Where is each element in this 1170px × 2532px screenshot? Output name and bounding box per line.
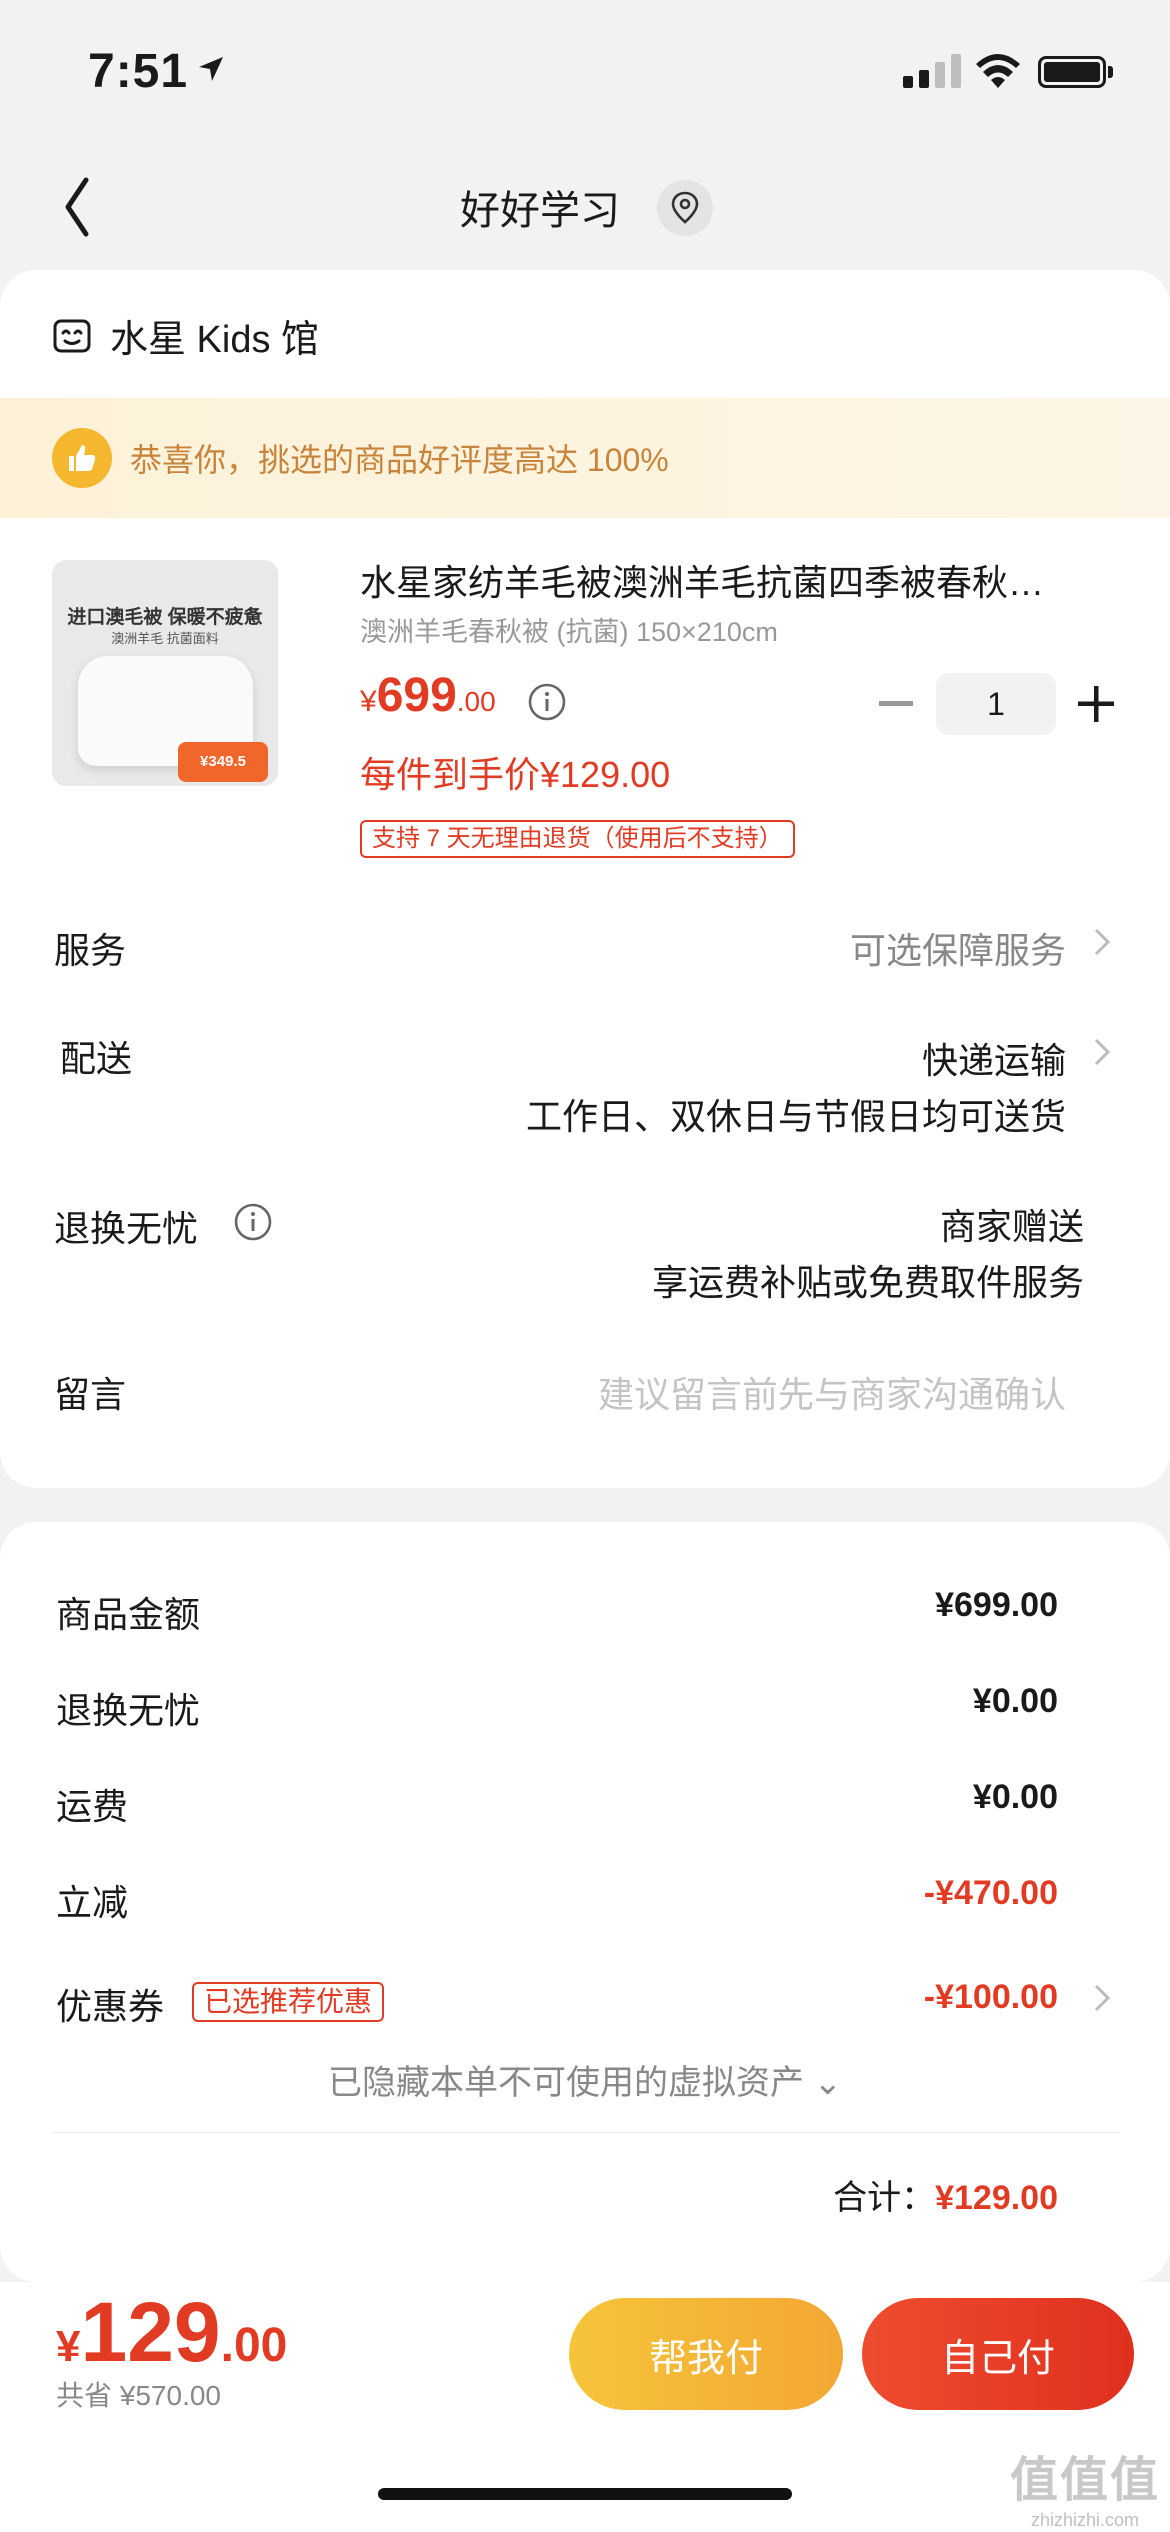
service-chevron-icon[interactable] (1090, 924, 1114, 960)
address-pin-button[interactable] (657, 180, 713, 236)
worry-free-fee-label: 退换无忧 (56, 1690, 201, 1731)
order-card: 水星 Kids 馆 恭喜你，挑选的商品好评度高达 100% 进口澳毛被 保暖不疲… (0, 270, 1170, 1488)
total-value: ¥129.00 (935, 2179, 1058, 2217)
saved-amount: 共省 ¥570.00 (56, 2380, 221, 2411)
battery-icon (1038, 56, 1106, 88)
location-arrow-icon (199, 57, 223, 81)
delivery-sub: 工作日、双休日与节假日均可送货 (525, 1096, 1066, 1137)
quantity-increase-button[interactable] (1074, 682, 1118, 726)
pay-decimal: .00 (220, 2319, 288, 2372)
delivery-chevron-icon[interactable] (1090, 1034, 1114, 1070)
product-image-subline: 澳洲羊毛 抗菌面料 (111, 631, 219, 646)
help-pay-button[interactable]: 帮我付 (569, 2298, 843, 2410)
discount-value: -¥470.00 (923, 1874, 1058, 1912)
product-image-headline: 进口澳毛被 保暖不疲惫 (67, 607, 263, 628)
discount-label: 立减 (56, 1882, 129, 1923)
price-integer: 699 (376, 669, 457, 722)
coupon-chevron-icon[interactable] (1090, 1980, 1114, 2016)
watermark-logo: 值值值 (1010, 2454, 1161, 2507)
wifi-icon (976, 54, 1020, 88)
worry-free-info-icon[interactable] (233, 1202, 273, 1242)
product-image[interactable]: 进口澳毛被 保暖不疲惫 澳洲羊毛 抗菌面料 ¥349.5 (52, 560, 278, 786)
summary-divider (52, 2132, 1118, 2133)
shipping-value: ¥0.00 (972, 1778, 1058, 1816)
service-value[interactable]: 可选保障服务 (850, 922, 1066, 974)
note-input[interactable]: 建议留言前先与商家沟通确认 (598, 1366, 1066, 1418)
shop-icon (53, 319, 91, 352)
coupon-label: 优惠券 (56, 1986, 165, 2027)
shop-name: 水星 Kids 馆 (110, 319, 320, 361)
coupon-badge: 已选推荐优惠 (192, 1982, 385, 2022)
product-price: ¥ 699 .00 (360, 668, 496, 723)
price-info-icon[interactable] (527, 682, 567, 722)
product-title[interactable]: 水星家纺羊毛被澳洲羊毛抗菌四季被春秋… (360, 554, 1120, 606)
banner-text: 恭喜你，挑选的商品好评度高达 100% (130, 442, 669, 478)
status-time: 7:51 (88, 45, 189, 98)
note-label: 留言 (54, 1374, 127, 1415)
total-line: 合计： ¥129.00 (833, 2170, 1058, 2219)
praise-banner: 恭喜你，挑选的商品好评度高达 100% (0, 398, 1170, 518)
minus-icon (879, 701, 913, 706)
service-label: 服务 (54, 930, 127, 971)
worry-free-value: 商家赠送 (939, 1206, 1084, 1247)
watermark: 值值值 zhizhizhi.com (1010, 2440, 1160, 2531)
location-pin-icon (671, 191, 699, 224)
shop-header[interactable]: 水星 Kids 馆 (52, 308, 319, 363)
battery-tip (1108, 66, 1113, 78)
quantity-input[interactable]: 1 (936, 673, 1056, 735)
price-currency: ¥ (360, 685, 377, 718)
pay-currency: ¥ (56, 2322, 81, 2371)
price-decimal: .00 (456, 686, 496, 717)
worry-free-label: 退换无忧 (54, 1208, 199, 1249)
price-summary-card: 商品金额 ¥699.00 退换无忧 ¥0.00 运费 ¥0.00 立减 -¥47… (0, 1522, 1170, 2282)
delivery-label: 配送 (60, 1038, 133, 1079)
worry-free-sub: 享运费补贴或免费取件服务 (651, 1262, 1084, 1303)
watermark-url: zhizhizhi.com (1030, 2510, 1140, 2530)
deal-price: 每件到手价¥129.00 (360, 754, 671, 795)
pay-integer: 129 (80, 2285, 221, 2379)
total-label: 合计： (833, 2179, 936, 2217)
thumbs-up-icon (52, 428, 112, 488)
home-indicator[interactable] (378, 2488, 792, 2500)
page-title: 好好学习 (460, 189, 620, 233)
product-spec[interactable]: 澳洲羊毛春秋被 (抗菌) 150×210cm (360, 610, 778, 649)
status-bar: 7:51 (0, 0, 1170, 140)
quantity-decrease-button[interactable] (876, 686, 916, 722)
cellular-signal-icon (903, 54, 961, 88)
coupon-value[interactable]: -¥100.00 (924, 1978, 1058, 2017)
return-policy-badge: 支持 7 天无理由退货（使用后不支持） (360, 820, 795, 858)
shipping-label: 运费 (56, 1786, 129, 1827)
goods-amount-label: 商品金额 (56, 1594, 201, 1635)
pay-price: ¥ 129 .00 (56, 2284, 287, 2381)
delivery-value[interactable]: 快递运输 (922, 1032, 1066, 1084)
product-image-price-tag: ¥349.5 (178, 742, 268, 782)
self-pay-button[interactable]: 自己付 (862, 2298, 1134, 2410)
hidden-assets-toggle[interactable]: 已隐藏本单不可使用的虚拟资产 ⌄ (0, 2055, 1170, 2104)
goods-amount-value: ¥699.00 (935, 1586, 1058, 1624)
worry-free-fee-value: ¥0.00 (972, 1682, 1058, 1720)
